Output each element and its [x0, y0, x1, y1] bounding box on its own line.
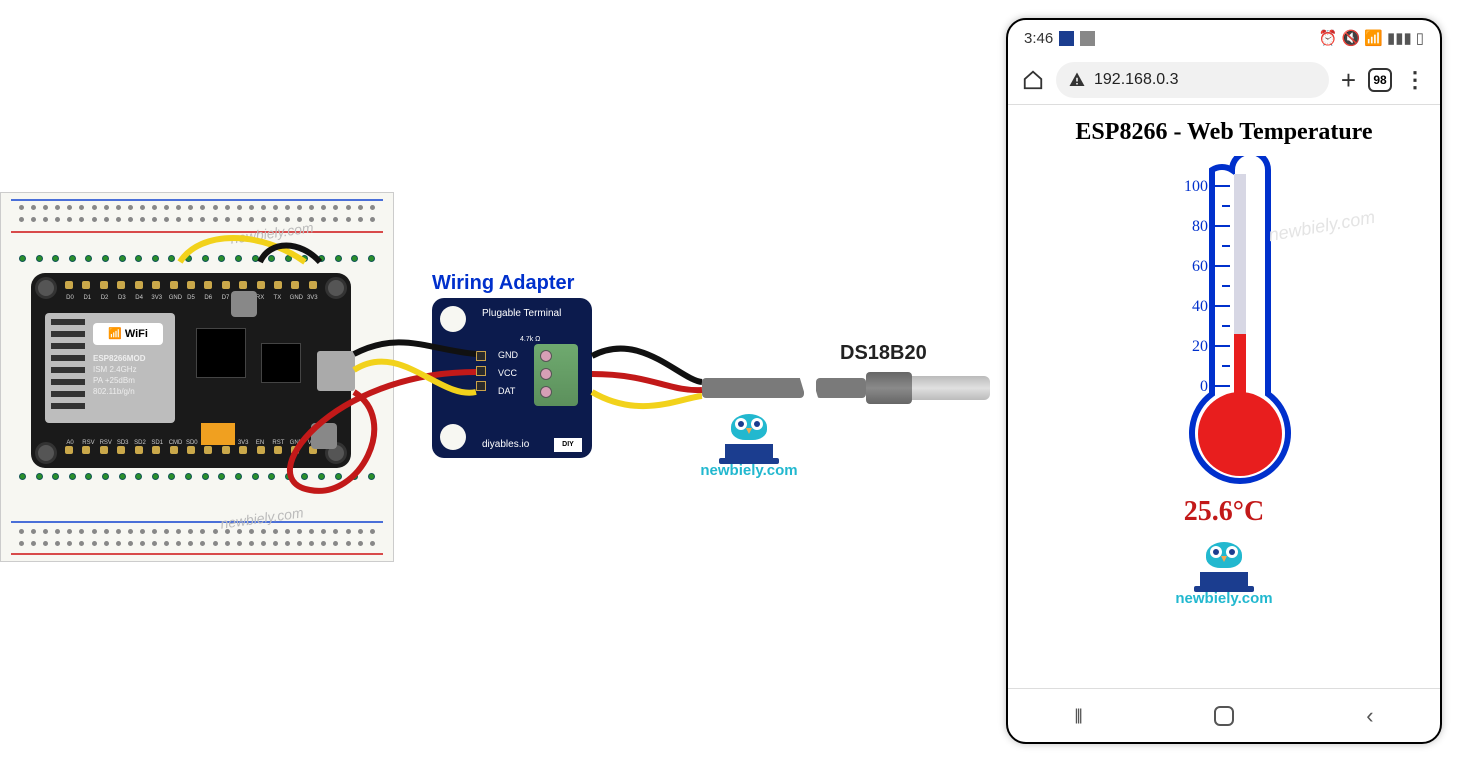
- brand-name: newbiely.com: [694, 462, 804, 479]
- micro-usb-port-icon: [317, 351, 355, 391]
- tab-count-button[interactable]: 98: [1368, 68, 1392, 92]
- status-app-icon: [1080, 31, 1095, 46]
- sensor-probe-tip: [912, 376, 990, 400]
- mute-icon: 🔇: [1342, 29, 1361, 47]
- home-icon[interactable]: [1022, 69, 1044, 91]
- battery-icon: ▯: [1416, 29, 1424, 47]
- phone-mockup: 3:46 ⏰ 🔇 📶 ▮▮▮ ▯ 192.168.0.3 + 98 ⋮ ESP8…: [1006, 18, 1442, 744]
- thermo-tick-labels: 0 20 40 60 80 100: [1184, 178, 1208, 395]
- svg-text:0: 0: [1200, 378, 1208, 395]
- sensor-cable: [702, 378, 804, 398]
- sensor-probe-base: [866, 372, 912, 404]
- svg-text:60: 60: [1192, 258, 1208, 275]
- wifi-logo: 📶 WiFi: [93, 323, 163, 345]
- screw-terminal: [534, 344, 578, 406]
- status-app-icon: [1059, 31, 1074, 46]
- wire-yellow: [592, 392, 702, 406]
- wire-red: [592, 374, 702, 390]
- temperature-reading: 25.6°C: [1008, 496, 1440, 528]
- adapter-header-pins: [476, 346, 490, 406]
- nodemcu-esp8266-board: D0D1D2D3D43V3GNDD5D6D7D8RXTXGND3V3 A0RSV…: [31, 273, 351, 468]
- nav-home-button[interactable]: [1214, 706, 1234, 726]
- url-text: 192.168.0.3: [1094, 71, 1179, 89]
- nav-recent-button[interactable]: |||: [1074, 707, 1080, 725]
- insecure-warning-icon: [1068, 71, 1086, 89]
- thermometer-svg: 0 20 40 60 80 100: [1104, 156, 1344, 496]
- chip-name: ESP8266MOD: [93, 353, 145, 364]
- esp8266-shield: 📶 WiFi ESP8266MOD ISM 2.4GHz PA +25dBm 8…: [45, 313, 175, 423]
- thermo-mercury: [1234, 334, 1246, 396]
- pin-label-dat: DAT: [498, 386, 515, 396]
- page-title: ESP8266 - Web Temperature: [1008, 119, 1440, 146]
- svg-text:20: 20: [1192, 338, 1208, 355]
- svg-text:80: 80: [1192, 218, 1208, 235]
- owl-logo-icon: [1196, 548, 1252, 588]
- flash-button[interactable]: [231, 291, 257, 317]
- thermometer-widget: newbiely.com: [1008, 156, 1440, 607]
- rail-holes: [19, 205, 375, 213]
- status-indicators: ⏰ 🔇 📶 ▮▮▮ ▯: [1319, 29, 1424, 47]
- browser-address-bar: 192.168.0.3 + 98 ⋮: [1008, 56, 1440, 104]
- wire-black: [592, 349, 702, 382]
- pin-label-vcc: VCC: [498, 368, 517, 378]
- signal-icon: ▮▮▮: [1387, 29, 1412, 47]
- breadboard: D0D1D2D3D43V3GNDD5D6D7D8RXTXGND3V3 A0RSV…: [0, 192, 394, 562]
- brand-name: newbiely.com: [1008, 590, 1440, 607]
- svg-text:100: 100: [1184, 178, 1208, 195]
- nav-back-button[interactable]: ‹: [1366, 703, 1373, 729]
- phone-nav-bar: ||| ‹: [1008, 688, 1440, 742]
- usb-serial-chip-icon: [261, 343, 301, 383]
- adapter-brand: diyables.io: [482, 439, 529, 450]
- new-tab-button[interactable]: +: [1341, 65, 1356, 96]
- adapter-title: Wiring Adapter: [432, 272, 574, 295]
- wiring-adapter-module: Plugable Terminal GND VCC DAT 4.7k Ω diy…: [432, 298, 592, 458]
- wifi-icon: 📶: [1364, 29, 1383, 47]
- url-field[interactable]: 192.168.0.3: [1056, 62, 1329, 98]
- brand-logo-block: newbiely.com: [694, 420, 804, 479]
- alarm-icon: ⏰: [1319, 29, 1338, 47]
- svg-text:40: 40: [1192, 298, 1208, 315]
- brand-logo-block: newbiely.com: [1008, 548, 1440, 607]
- owl-logo-icon: [721, 420, 777, 460]
- adapter-tag: DIY: [554, 438, 582, 452]
- pin-label-gnd: GND: [498, 350, 518, 360]
- status-time: 3:46: [1024, 30, 1053, 47]
- phone-status-bar: 3:46 ⏰ 🔇 📶 ▮▮▮ ▯: [1008, 20, 1440, 56]
- reset-button[interactable]: [311, 423, 337, 449]
- chip-specs: ISM 2.4GHz PA +25dBm 802.11b/g/n: [93, 364, 145, 397]
- sensor-label: DS18B20: [840, 342, 927, 365]
- resistor-label: 4.7k Ω: [520, 336, 540, 343]
- mcu-chip-icon: [196, 328, 246, 378]
- sensor-cable: [816, 378, 866, 398]
- menu-button[interactable]: ⋮: [1404, 67, 1426, 93]
- regulator-icon: [201, 423, 235, 445]
- adapter-top-text: Plugable Terminal: [482, 308, 561, 319]
